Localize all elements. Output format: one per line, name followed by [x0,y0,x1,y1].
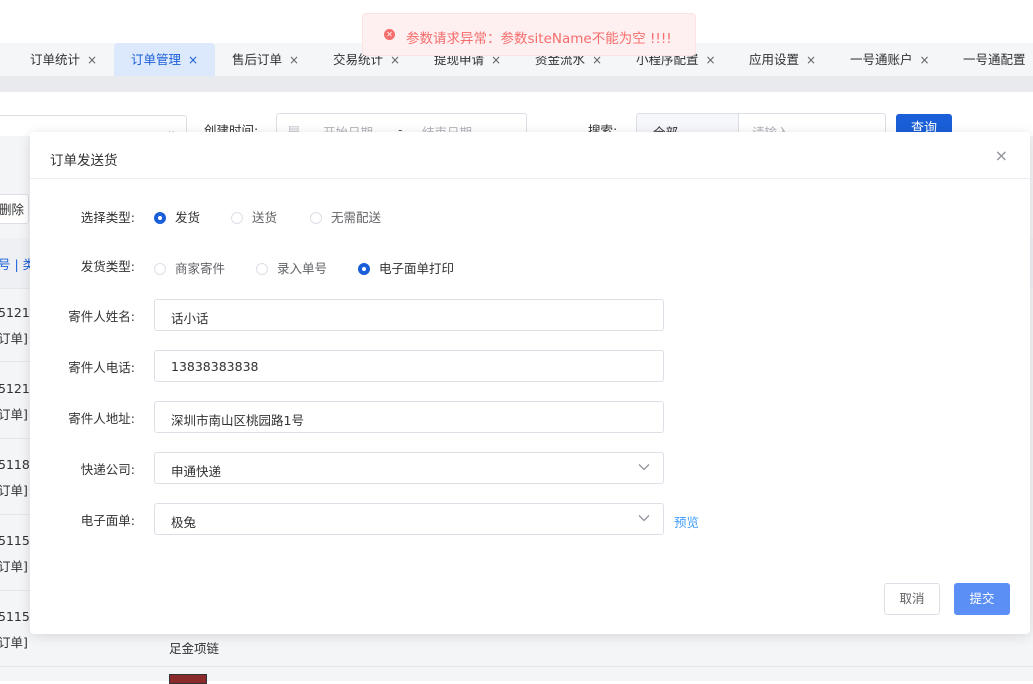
row-divider [0,590,30,591]
sender-phone-input[interactable]: 13838383838 [154,350,664,382]
chevron-down-icon [637,460,651,474]
tab-label: 订单统计 [30,52,80,67]
radio-enter-tracking[interactable]: 录入单号 [256,258,327,277]
radio-label: 电子面单打印 [379,261,454,276]
row-order-tag: 订单] [0,632,28,651]
tab-label: 应用设置 [749,52,799,67]
row-divider [0,361,30,362]
radio-merchant-send[interactable]: 商家寄件 [154,258,225,277]
close-icon[interactable]: × [995,146,1008,165]
radio-dot [358,263,370,275]
filter-row: ⌄ 创建时间: ▤ 开始日期 - 结束日期 搜索: 全部⌄ 请输入 查询 [0,92,1033,136]
e-waybill-select[interactable]: 极兔 [154,503,664,535]
sender-address-input[interactable]: 深圳市南山区桃园路1号 [154,401,664,433]
close-icon[interactable]: × [289,53,299,67]
close-icon[interactable]: × [706,53,716,67]
delete-button[interactable]: 删除 [0,194,29,224]
radio-label: 商家寄件 [175,261,225,276]
error-message-toast: ✕ 参数请求异常：参数siteName不能为空 !!!! [362,13,696,56]
radio-no-delivery[interactable]: 无需配送 [310,207,381,226]
close-icon[interactable]: × [87,53,97,67]
sender-address-value: 深圳市南山区桃园路1号 [171,410,304,429]
preview-link[interactable]: 预览 [674,512,699,531]
tab-app-settings[interactable]: 应用设置 × [749,43,816,76]
tab-after-sales[interactable]: 售后订单 × [232,43,299,76]
dialog-title: 订单发送货 [50,149,118,169]
radio-label: 送货 [252,210,277,225]
courier-select[interactable]: 申通快递 [154,452,664,484]
row-order-tag: 订单] [0,480,28,499]
row-order-tag: 订单] [0,328,28,347]
product-thumbnail [169,674,207,684]
cancel-button[interactable]: 取消 [884,583,940,615]
ship-type-label: 发货类型: [30,256,135,275]
radio-dot [154,263,166,275]
tab-order-management[interactable]: 订单管理 × [114,43,215,76]
radio-dot [154,212,166,224]
sender-address-label: 寄件人地址: [30,408,135,427]
ship-order-dialog: 订单发送货 × 选择类型: 发货 送货 无需配送 发货类型: 商家寄件 录入单号… [30,132,1030,634]
row-order-tag: 订单] [0,404,28,423]
radio-e-waybill-print[interactable]: 电子面单打印 [358,258,454,277]
radio-label: 录入单号 [277,261,327,276]
close-icon[interactable]: × [188,53,198,67]
radio-label: 无需配送 [331,210,381,225]
courier-label: 快递公司: [30,459,135,478]
radio-ship[interactable]: 发货 [154,207,200,226]
dialog-header: 订单发送货 × [30,132,1030,179]
tab-onepass-account[interactable]: 一号通账户 × [850,43,930,76]
product-name: 足金项链 [169,638,219,657]
radio-deliver[interactable]: 送货 [231,207,277,226]
gray-strip [0,76,1033,92]
tab-label: 订单管理 [131,52,181,67]
submit-button[interactable]: 提交 [954,583,1010,615]
row-order-tag: 订单] [0,556,28,575]
tab-label: 一号通配置 [963,52,1026,67]
row-divider [0,514,30,515]
chevron-down-icon [637,511,651,525]
tab-order-stats[interactable]: 订单统计 × [30,43,97,76]
radio-label: 发货 [175,210,200,225]
tab-onepass-config[interactable]: 一号通配置× [963,43,1033,76]
row-divider [0,288,30,289]
sender-name-value: 话小话 [171,308,209,327]
close-icon[interactable]: × [806,53,816,67]
tab-label: 售后订单 [232,52,282,67]
courier-value: 申通快递 [171,461,221,480]
sender-name-label: 寄件人姓名: [30,306,135,325]
error-message-text: 参数请求异常：参数siteName不能为空 !!!! [406,27,672,47]
tab-label: 一号通账户 [850,52,913,67]
select-type-label: 选择类型: [30,207,135,226]
sender-phone-value: 13838383838 [171,359,258,374]
sender-name-input[interactable]: 话小话 [154,299,664,331]
row-divider [0,666,1033,667]
e-waybill-label: 电子面单: [30,510,135,529]
e-waybill-value: 极兔 [171,512,196,531]
radio-dot [310,212,322,224]
sender-phone-label: 寄件人电话: [30,357,135,376]
row-divider [0,438,30,439]
radio-dot [231,212,243,224]
radio-dot [256,263,268,275]
close-icon[interactable]: × [920,53,930,67]
error-icon: ✕ [384,29,395,40]
